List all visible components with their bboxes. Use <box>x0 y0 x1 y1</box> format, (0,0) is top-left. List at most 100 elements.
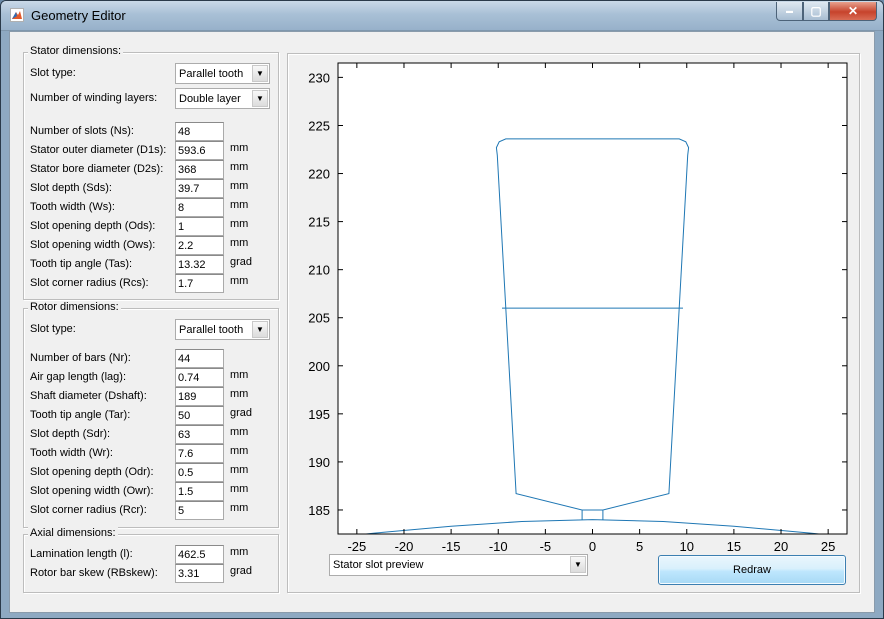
title-bar[interactable]: Geometry Editor ▬ ▢ ✕ <box>1 1 883 31</box>
rotor-field-row: Slot corner radius (Rcr): 5 mm <box>30 501 290 520</box>
rotor-field-row: Slot opening width (Owr): 1.5 mm <box>30 482 290 501</box>
close-button[interactable]: ✕ <box>829 2 877 21</box>
axial-panel-title: Axial dimensions: <box>28 527 118 539</box>
redraw-button[interactable]: Redraw <box>658 555 846 585</box>
y-tick-label: 190 <box>308 455 330 470</box>
y-tick-label: 185 <box>308 503 330 518</box>
rotor-lag-input[interactable]: 0.74 <box>175 368 224 387</box>
stator-d1s-input[interactable]: 593.6 <box>175 141 224 160</box>
minimize-icon: ▬ <box>786 7 793 15</box>
field-label: Air gap length (lag): <box>30 371 126 383</box>
field-unit: mm <box>230 218 249 230</box>
field-label: Number of bars (Nr): <box>30 352 131 364</box>
rotor-owr-input[interactable]: 1.5 <box>175 482 224 501</box>
field-label: Rotor bar skew (RBskew): <box>30 567 158 579</box>
lamination-length-input[interactable]: 462.5 <box>175 545 224 564</box>
rotor-odr-input[interactable]: 0.5 <box>175 463 224 482</box>
field-label: Slot corner radius (Rcs): <box>30 277 149 289</box>
stator-sds-input[interactable]: 39.7 <box>175 179 224 198</box>
stator-slot-type-label: Slot type: <box>30 67 76 79</box>
stator-layers-select[interactable]: Double layer ▼ <box>175 88 270 109</box>
rotor-dshaft-input[interactable]: 189 <box>175 387 224 406</box>
rotor-wr-input[interactable]: 7.6 <box>175 444 224 463</box>
matlab-icon <box>10 8 24 22</box>
field-label: Slot opening width (Ows): <box>30 239 156 251</box>
preview-type-value: Stator slot preview <box>333 559 424 571</box>
geometry-editor-window: Geometry Editor ▬ ▢ ✕ Stator dimensions:… <box>0 0 884 619</box>
y-tick-label: 200 <box>308 359 330 374</box>
plot-area <box>338 63 847 534</box>
stator-field-row: Slot depth (Sds): 39.7 mm <box>30 179 290 198</box>
slot-preview-chart: -25 -20 -15 -10 -5 0 5 10 15 20 25 185 190 195 200 205 2… <box>308 62 848 554</box>
field-label: Shaft diameter (Dshaft): <box>30 390 147 402</box>
rotor-tar-input[interactable]: 50 <box>175 406 224 425</box>
rotor-slot-type-row: Slot type: Parallel tooth ▼ <box>30 319 290 340</box>
stator-slot-type-select[interactable]: Parallel tooth ▼ <box>175 63 270 84</box>
stator-field-row: Tooth tip angle (Tas): 13.32 grad <box>30 255 290 274</box>
x-tick-label: 10 <box>680 539 694 554</box>
stator-d2s-input[interactable]: 368 <box>175 160 224 179</box>
field-label: Slot corner radius (Rcr): <box>30 504 147 516</box>
window-title: Geometry Editor <box>31 8 126 23</box>
x-tick-label: 5 <box>636 539 643 554</box>
x-tick-label: 0 <box>589 539 596 554</box>
rotor-field-row: Shaft diameter (Dshaft): 189 mm <box>30 387 290 406</box>
rotor-sdr-input[interactable]: 63 <box>175 425 224 444</box>
field-label: Slot opening depth (Odr): <box>30 466 154 478</box>
chevron-down-icon: ▼ <box>252 321 268 338</box>
stator-ws-input[interactable]: 8 <box>175 198 224 217</box>
y-tick-label: 215 <box>308 215 330 230</box>
chevron-down-icon: ▼ <box>252 90 268 107</box>
rotor-field-row: Slot depth (Sdr): 63 mm <box>30 425 290 444</box>
stator-rcs-input[interactable]: 1.7 <box>175 274 224 293</box>
stator-field-row: Number of slots (Ns): 48 <box>30 122 290 141</box>
maximize-button[interactable]: ▢ <box>803 2 829 21</box>
rotor-rcr-input[interactable]: 5 <box>175 501 224 520</box>
field-label: Stator bore diameter (D2s): <box>30 163 164 175</box>
field-label: Slot opening width (Owr): <box>30 485 154 497</box>
field-unit: mm <box>230 237 249 249</box>
x-tick-label: -15 <box>442 539 461 554</box>
field-label: Tooth tip angle (Tar): <box>30 409 131 421</box>
chevron-down-icon: ▼ <box>252 65 268 82</box>
rotor-slot-type-value: Parallel tooth <box>179 324 244 336</box>
chevron-down-icon: ▼ <box>570 556 586 573</box>
field-unit: mm <box>230 445 249 457</box>
field-label: Lamination length (l): <box>30 548 133 560</box>
minimize-button[interactable]: ▬ <box>776 2 803 21</box>
field-label: Stator outer diameter (D1s): <box>30 144 167 156</box>
close-icon: ✕ <box>847 4 859 18</box>
stator-ns-input[interactable]: 48 <box>175 122 224 141</box>
stator-tas-input[interactable]: 13.32 <box>175 255 224 274</box>
field-label: Slot depth (Sds): <box>30 182 112 194</box>
stator-layers-value: Double layer <box>179 93 241 105</box>
stator-ods-input[interactable]: 1 <box>175 217 224 236</box>
field-unit: grad <box>230 256 253 268</box>
field-unit: grad <box>230 407 253 419</box>
x-tick-label: -25 <box>347 539 366 554</box>
stator-panel-title: Stator dimensions: <box>28 45 124 57</box>
stator-field-row: Tooth width (Ws): 8 mm <box>30 198 290 217</box>
field-unit: mm <box>230 142 249 154</box>
field-unit: mm <box>230 546 249 558</box>
preview-type-select[interactable]: Stator slot preview ▼ <box>329 554 588 576</box>
stator-field-row: Slot corner radius (Rcs): 1.7 mm <box>30 274 290 293</box>
stator-slot-type-value: Parallel tooth <box>179 68 244 80</box>
field-unit: mm <box>230 464 249 476</box>
y-tick-label: 230 <box>308 70 330 85</box>
field-unit: mm <box>230 426 249 438</box>
stator-field-row: Slot opening width (Ows): 2.2 mm <box>30 236 290 255</box>
rotor-field-row: Tooth tip angle (Tar): 50 grad <box>30 406 290 425</box>
y-tick-label: 225 <box>308 118 330 133</box>
field-label: Number of slots (Ns): <box>30 125 134 137</box>
rotor-nr-input[interactable]: 44 <box>175 349 224 368</box>
stator-slot-type-row: Slot type: Parallel tooth ▼ <box>30 63 290 84</box>
axial-field-row: Lamination length (l): 462.5 mm <box>30 545 290 564</box>
rotor-bar-skew-input[interactable]: 3.31 <box>175 564 224 583</box>
rotor-slot-type-select[interactable]: Parallel tooth ▼ <box>175 319 270 340</box>
axial-field-row: Rotor bar skew (RBskew): 3.31 grad <box>30 564 290 583</box>
rotor-slot-type-label: Slot type: <box>30 323 76 335</box>
x-tick-label: -20 <box>395 539 414 554</box>
stator-ows-input[interactable]: 2.2 <box>175 236 224 255</box>
stator-layers-label: Number of winding layers: <box>30 92 158 104</box>
